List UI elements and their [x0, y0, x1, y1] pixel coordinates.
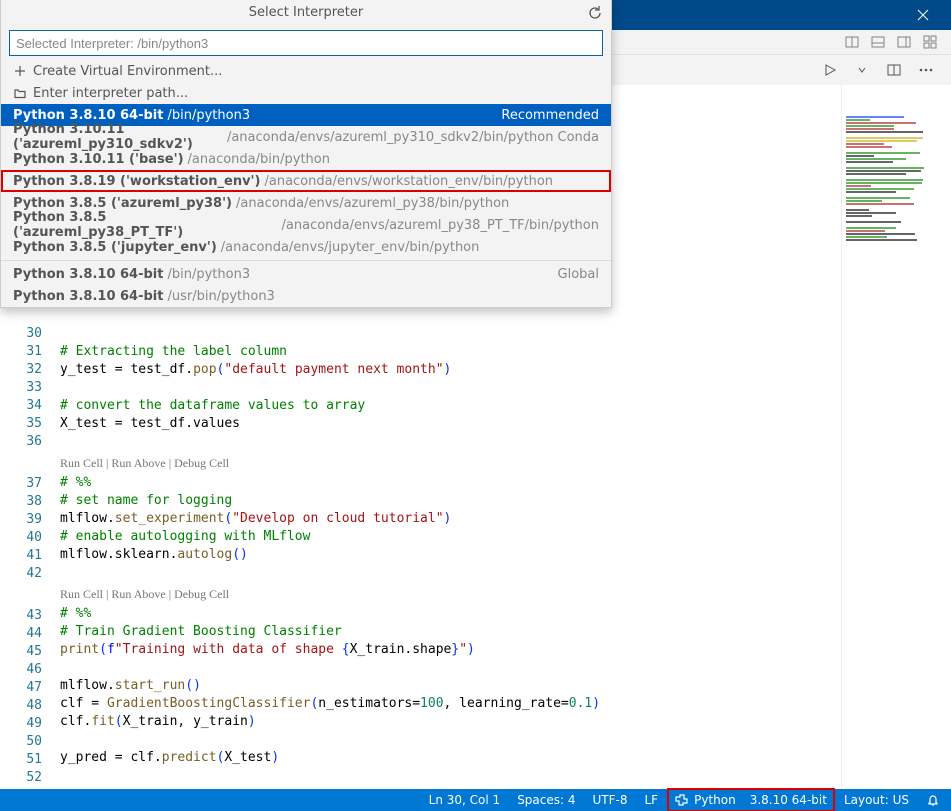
code-line[interactable]: mlflow.start_run(): [60, 677, 841, 695]
interpreter-item[interactable]: Python 3.8.10 64-bit /bin/python3Global: [1, 263, 611, 285]
code-line[interactable]: [60, 325, 841, 343]
panel-bottom-icon[interactable]: [867, 31, 889, 53]
grid-icon[interactable]: [919, 31, 941, 53]
code-line[interactable]: # %%: [60, 605, 841, 623]
status-interpreter-group[interactable]: Python 3.8.10 64-bit: [668, 789, 834, 811]
code-line[interactable]: # enable autologging with MLflow: [60, 528, 841, 546]
code-line[interactable]: mlflow.sklearn.autolog(): [60, 546, 841, 564]
split-right-icon[interactable]: [841, 31, 863, 53]
code-line[interactable]: [60, 433, 841, 451]
cell-controls[interactable]: Run Cell | Run Above | Debug Cell: [60, 582, 841, 605]
enter-path-item[interactable]: Enter interpreter path...: [1, 82, 611, 104]
code-line[interactable]: mlflow.set_experiment("Develop on cloud …: [60, 510, 841, 528]
panel-right-icon[interactable]: [893, 31, 915, 53]
status-encoding[interactable]: UTF-8: [586, 789, 635, 811]
interpreter-item[interactable]: Python 3.8.10 64-bit /usr/bin/python3: [1, 285, 611, 307]
interpreter-item[interactable]: Python 3.8.5 ('jupyter_env') /anaconda/e…: [1, 236, 611, 258]
status-cursor[interactable]: Ln 30, Col 1: [422, 789, 508, 811]
code-line[interactable]: [60, 767, 841, 785]
interpreter-item[interactable]: Python 3.8.5 ('azureml_py38_PT_TF') /ana…: [1, 214, 611, 236]
code-line[interactable]: y_pred = clf.predict(X_test): [60, 749, 841, 767]
status-layout[interactable]: Layout: US: [837, 789, 916, 811]
code-line[interactable]: y_test = test_df.pop("default payment ne…: [60, 361, 841, 379]
code-line[interactable]: # %%: [60, 474, 841, 492]
window-close-button[interactable]: [903, 0, 943, 30]
split-editor-icon[interactable]: [883, 59, 905, 81]
code-line[interactable]: # Train Gradient Boosting Classifier: [60, 623, 841, 641]
code-line[interactable]: # Extracting the label column: [60, 343, 841, 361]
code-line[interactable]: [60, 731, 841, 749]
status-interpreter[interactable]: 3.8.10 64-bit: [743, 789, 834, 811]
run-button[interactable]: [819, 59, 841, 81]
status-bell-icon[interactable]: [919, 789, 947, 811]
code-line[interactable]: clf.fit(X_train, y_train): [60, 713, 841, 731]
code-line[interactable]: print(f"Training with data of shape {X_t…: [60, 641, 841, 659]
code-line[interactable]: [60, 564, 841, 582]
panel-title: Select Interpreter: [1, 0, 611, 28]
interpreter-item[interactable]: Python 3.10.11 ('azureml_py310_sdkv2') /…: [1, 126, 611, 148]
code-line[interactable]: # set name for logging: [60, 492, 841, 510]
create-venv-item[interactable]: Create Virtual Environment...: [1, 60, 611, 82]
code-line[interactable]: [60, 659, 841, 677]
status-spaces[interactable]: Spaces: 4: [510, 789, 582, 811]
status-eol[interactable]: LF: [637, 789, 665, 811]
interpreter-item[interactable]: Python 3.8.19 ('workstation_env') /anaco…: [1, 170, 611, 192]
interpreter-item[interactable]: Python 3.10.11 ('base') /anaconda/bin/py…: [1, 148, 611, 170]
refresh-icon[interactable]: [587, 5, 603, 31]
minimap[interactable]: [841, 85, 951, 789]
cell-controls[interactable]: Run Cell | Run Above | Debug Cell: [60, 451, 841, 474]
interpreter-search[interactable]: [9, 30, 603, 56]
statusbar: Ln 30, Col 1 Spaces: 4 UTF-8 LF Python 3…: [0, 789, 951, 811]
interpreter-search-input[interactable]: [16, 36, 596, 51]
code-line[interactable]: [60, 379, 841, 397]
code-line[interactable]: clf = GradientBoostingClassifier(n_estim…: [60, 695, 841, 713]
run-dropdown-icon[interactable]: [851, 59, 873, 81]
more-actions-icon[interactable]: [915, 59, 937, 81]
status-language[interactable]: Python: [668, 789, 743, 811]
code-line[interactable]: X_test = test_df.values: [60, 415, 841, 433]
code-line[interactable]: # convert the dataframe values to array: [60, 397, 841, 415]
interpreter-panel: Select Interpreter Create Virtual Enviro…: [0, 0, 612, 308]
